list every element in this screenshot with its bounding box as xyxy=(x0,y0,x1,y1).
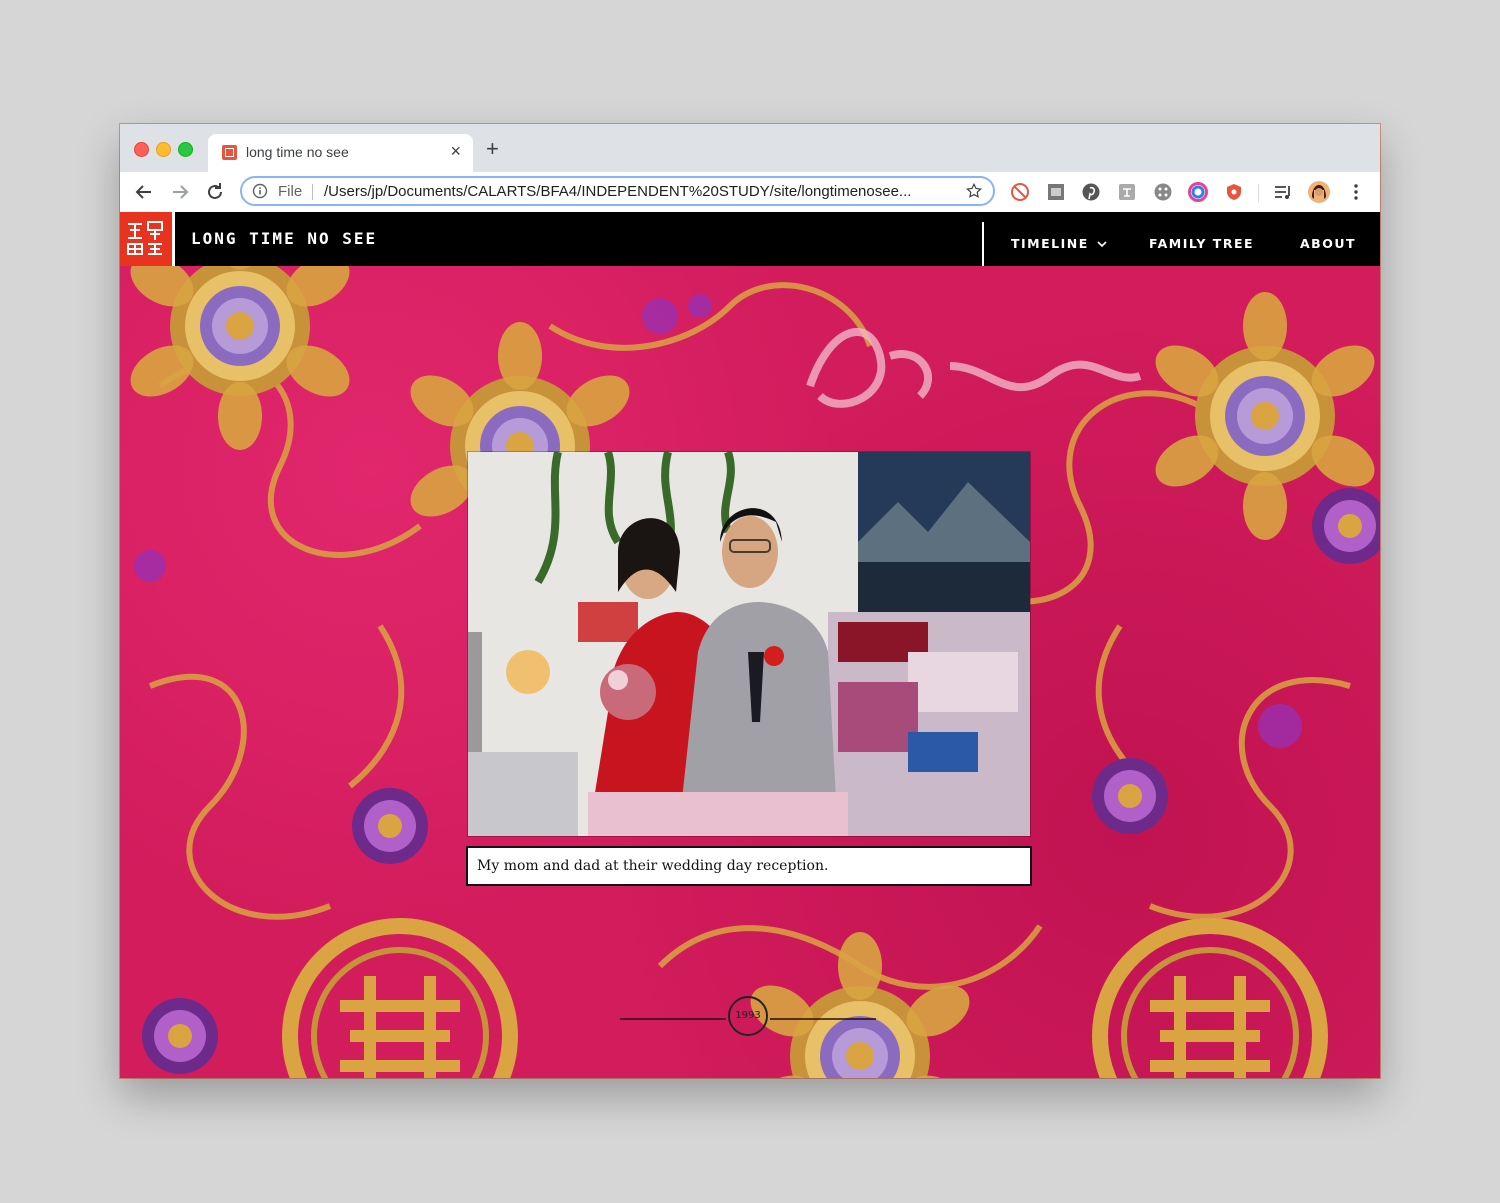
extension-grid-icon[interactable] xyxy=(1153,182,1173,202)
minimize-window-button[interactable] xyxy=(156,142,171,157)
site-logo[interactable] xyxy=(120,212,172,266)
color-picker-icon[interactable] xyxy=(1188,182,1208,202)
seal-logo-icon xyxy=(127,221,163,255)
browser-window: long time no see × + File /Users/jp/Docu… xyxy=(120,124,1380,1078)
address-bar[interactable]: File /Users/jp/Documents/CALARTS/BFA4/IN… xyxy=(240,176,995,206)
chevron-down-icon xyxy=(1097,241,1107,248)
omnibox-divider xyxy=(312,184,313,200)
reload-icon[interactable] xyxy=(203,180,227,204)
embroidered-fabric-background: My mom and dad at their wedding day rece… xyxy=(120,266,1380,1078)
site-favicon-icon xyxy=(222,145,237,160)
site-title[interactable]: LONG TIME NO SEE xyxy=(191,229,377,248)
website-viewport: LONG TIME NO SEE TIMELINE FAMILY TREE AB… xyxy=(120,212,1380,1078)
tab-strip: long time no see × + xyxy=(120,124,1380,172)
tab-close-icon[interactable]: × xyxy=(450,142,461,160)
site-navbar: LONG TIME NO SEE TIMELINE FAMILY TREE AB… xyxy=(120,212,1380,266)
browser-toolbar: File /Users/jp/Documents/CALARTS/BFA4/IN… xyxy=(120,172,1380,213)
new-tab-button[interactable]: + xyxy=(486,138,499,160)
pinterest-icon[interactable] xyxy=(1081,182,1101,202)
media-queue-icon[interactable] xyxy=(1273,182,1293,202)
extension-blocker-icon[interactable] xyxy=(1010,182,1030,202)
wedding-photo-image xyxy=(468,452,1030,836)
caption-text: My mom and dad at their wedding day rece… xyxy=(477,858,829,874)
info-icon[interactable] xyxy=(252,183,268,199)
extension-translate-icon[interactable] xyxy=(1117,182,1137,202)
wedding-photo xyxy=(468,452,1030,836)
nav-family-tree[interactable]: FAMILY TREE xyxy=(1149,236,1254,251)
back-arrow-icon[interactable] xyxy=(132,180,156,204)
photo-caption: My mom and dad at their wedding day rece… xyxy=(466,846,1032,886)
nav-timeline-label: TIMELINE xyxy=(1011,236,1089,251)
url-text[interactable]: /Users/jp/Documents/CALARTS/BFA4/INDEPEN… xyxy=(324,183,954,200)
file-scheme-label: File xyxy=(278,183,303,200)
tab-title: long time no see xyxy=(246,144,349,160)
nav-timeline[interactable]: TIMELINE xyxy=(1011,236,1107,251)
nav-divider xyxy=(982,222,984,266)
forward-arrow-icon[interactable] xyxy=(168,180,192,204)
nav-about[interactable]: ABOUT xyxy=(1300,236,1356,251)
browser-tab[interactable]: long time no see × xyxy=(208,134,473,172)
profile-avatar[interactable] xyxy=(1308,181,1330,203)
year-label: 1993 xyxy=(735,1010,761,1021)
logo-divider xyxy=(172,212,175,266)
timeline-line-right xyxy=(770,1018,876,1020)
shield-icon[interactable] xyxy=(1224,182,1244,202)
browser-menu-icon[interactable] xyxy=(1346,182,1366,202)
maximize-window-button[interactable] xyxy=(178,142,193,157)
bookmark-star-icon[interactable] xyxy=(965,182,983,200)
extension-nx-icon[interactable] xyxy=(1046,182,1066,202)
close-window-button[interactable] xyxy=(134,142,149,157)
timeline-year-marker[interactable]: 1993 xyxy=(728,996,768,1036)
photo-album-script xyxy=(806,328,1142,408)
timeline-line-left xyxy=(620,1018,726,1020)
toolbar-divider xyxy=(1258,184,1259,202)
